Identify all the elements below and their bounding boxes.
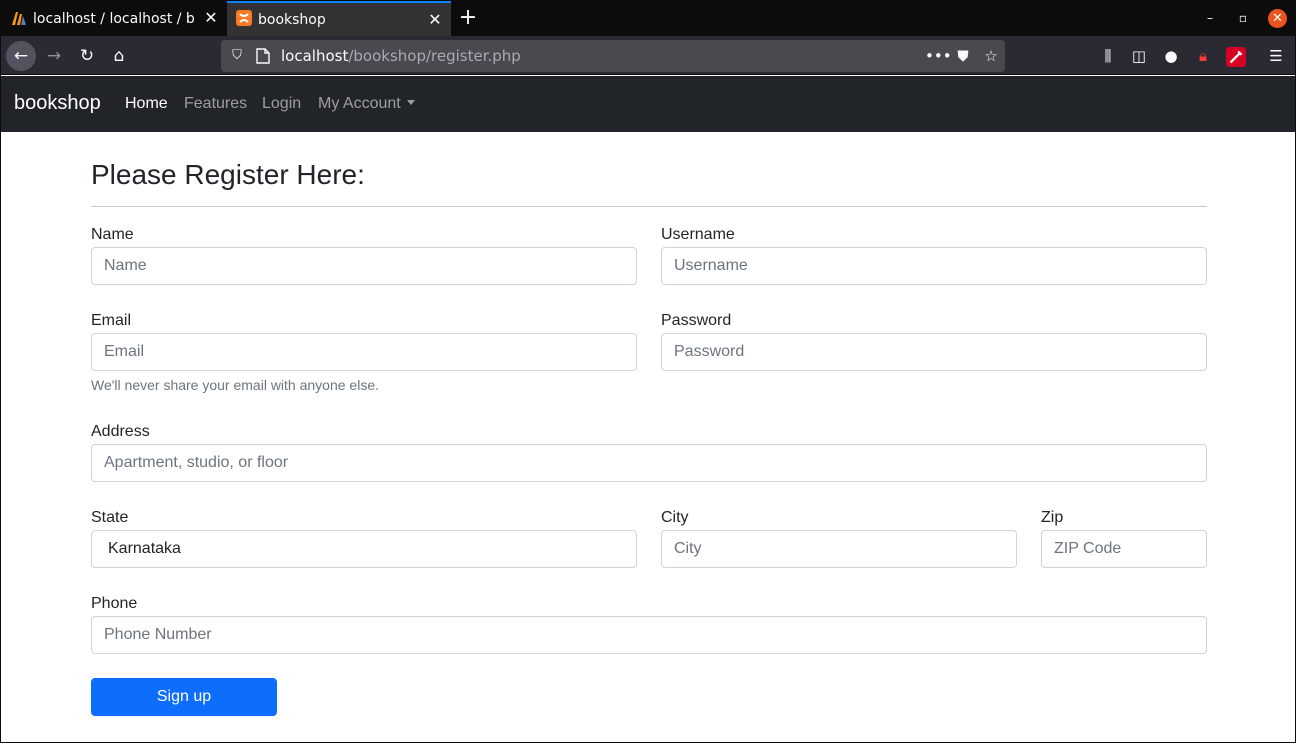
site-navbar: bookshop Home Features Login My Account [1,76,1295,132]
minimize-icon[interactable]: – [1201,9,1219,27]
pocket-icon[interactable]: ⛊ [953,46,973,66]
dropdown-caret-icon [406,100,415,105]
email-input[interactable] [91,333,637,371]
nav-home[interactable]: Home [125,95,168,113]
phone-input[interactable] [91,616,1207,654]
divider [91,206,1207,207]
close-tab-icon[interactable]: ✕ [203,10,219,26]
username-label: Username [661,226,735,243]
email-label: Email [91,312,132,329]
address-bar[interactable]: ⛉ localhost/bookshop/register.php ••• ⛊ … [221,40,1005,72]
new-tab-icon[interactable]: + [457,7,479,29]
tracking-shield-icon[interactable]: ⛉ [229,48,245,64]
reload-icon[interactable]: ↻ [72,41,102,71]
account-icon[interactable]: ● [1161,46,1181,66]
menu-icon[interactable]: ☰ [1266,46,1286,66]
email-help-text: We'll never share your email with anyone… [91,377,379,393]
nav-features[interactable]: Features [184,95,247,113]
state-label: State [91,509,129,526]
city-label: City [661,509,689,526]
password-input[interactable] [661,333,1207,371]
bookmark-star-icon[interactable]: ☆ [981,46,1001,66]
extension-tool-icon[interactable] [1226,47,1246,67]
extension-lock-icon[interactable]: 🔒︎ [1193,46,1213,66]
brand-link[interactable]: bookshop [14,92,101,115]
tab-title: bookshop [258,11,326,28]
url-host: localhost [281,47,349,65]
url-path: /bookshop/register.php [348,47,521,65]
state-select[interactable]: Karnataka [91,530,637,568]
zip-label: Zip [1041,509,1064,526]
library-icon[interactable]: ⫼ [1098,46,1118,66]
nav-login[interactable]: Login [262,95,301,113]
browser-window: localhost / localhost / bookshop | phpMy… [0,0,1296,743]
tab-strip: localhost / localhost / bookshop | phpMy… [1,1,1295,36]
sidebar-icon[interactable]: ◫ [1129,46,1149,66]
page-title: Please Register Here: [91,159,365,190]
xampp-icon [236,10,252,26]
phpmyadmin-icon [12,12,26,25]
state-selected-value: Karnataka [108,540,181,557]
nav-my-account-label: My Account [318,95,401,112]
page-icon[interactable] [256,48,270,64]
tab-title: localhost / localhost / bookshop | phpMy… [33,10,195,27]
name-label: Name [91,226,134,243]
home-icon[interactable]: ⌂ [104,41,134,71]
username-input[interactable] [661,247,1207,285]
zip-input[interactable] [1041,530,1207,568]
tab-phpmyadmin[interactable]: localhost / localhost / bookshop | phpMy… [1,1,227,36]
forward-arrow-icon[interactable]: → [39,41,69,71]
password-label: Password [661,312,732,329]
window-close-icon[interactable]: ✕ [1268,9,1287,28]
address-label: Address [91,423,150,440]
close-tab-icon[interactable]: ✕ [427,12,443,28]
nav-my-account[interactable]: My Account [318,95,415,113]
restore-icon[interactable]: ▫ [1234,9,1252,27]
city-input[interactable] [661,530,1017,568]
name-input[interactable] [91,247,637,285]
url-text[interactable]: localhost/bookshop/register.php [281,47,521,65]
phone-label: Phone [91,595,138,612]
page-actions-icon[interactable]: ••• [925,46,952,66]
back-arrow-icon[interactable]: ← [6,41,36,71]
register-page: Please Register Here: Name Username Emai… [1,132,1295,742]
nav-toolbar: ← → ↻ ⌂ ⛉ localhost/bookshop/register.ph… [1,36,1295,75]
tab-bookshop[interactable]: bookshop ✕ [227,1,451,36]
sign-up-button[interactable]: Sign up [91,678,277,716]
address-input[interactable] [91,444,1207,482]
